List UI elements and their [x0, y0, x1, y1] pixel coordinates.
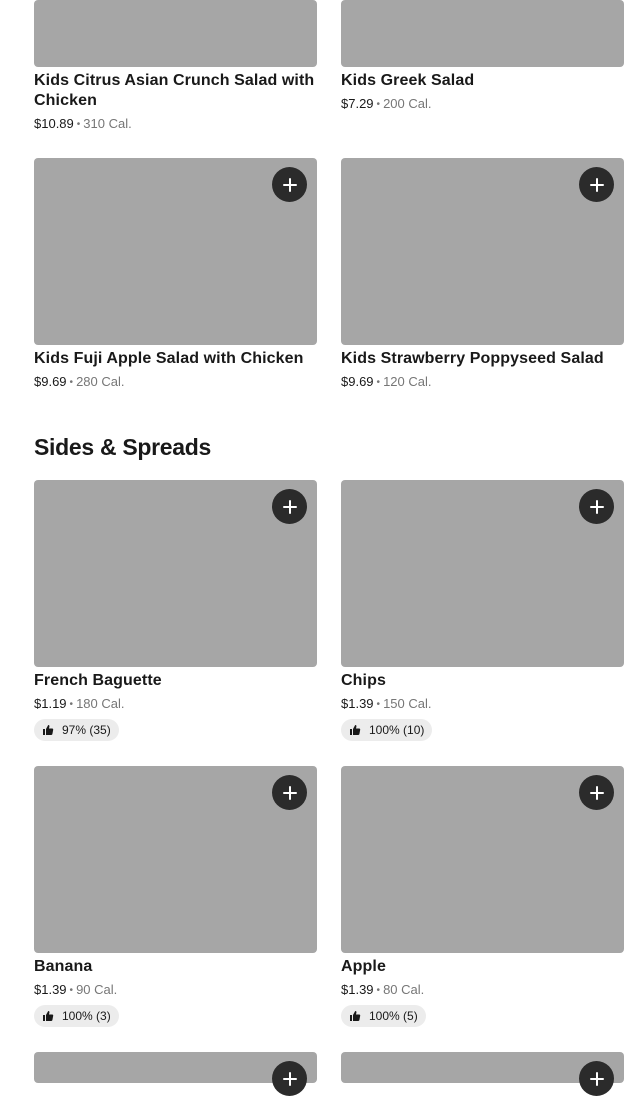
item-meta: $1.39 • 80 Cal.: [341, 982, 424, 1000]
plus-icon: [589, 177, 604, 192]
item-meta: $9.69 • 120 Cal.: [341, 374, 431, 392]
separator-dot: •: [376, 699, 381, 710]
item-name: French Baguette: [34, 672, 162, 689]
item-meta: $7.29 • 200 Cal.: [341, 96, 431, 114]
item-calories: 310 Cal.: [83, 116, 132, 131]
item-name: Chips: [341, 672, 386, 689]
add-to-cart-button[interactable]: [272, 167, 307, 202]
item-price: $9.69: [341, 374, 374, 389]
thumbs-up-icon: [43, 725, 54, 735]
item-image[interactable]: [341, 0, 624, 67]
plus-icon: [282, 177, 297, 192]
item-calories: 80 Cal.: [383, 982, 425, 997]
item-calories: 150 Cal.: [383, 696, 432, 711]
rating-value: 100% (10): [369, 723, 425, 737]
item-price: $9.69: [34, 374, 67, 389]
plus-icon: [589, 499, 604, 514]
section-title: Sides & Spreads: [34, 434, 212, 460]
add-to-cart-button[interactable]: [272, 1061, 307, 1096]
item-price: $1.39: [341, 696, 374, 711]
add-to-cart-button[interactable]: [579, 167, 614, 202]
add-to-cart-button[interactable]: [579, 775, 614, 810]
rating-badge: 100% (3): [34, 1005, 119, 1027]
separator-dot: •: [69, 377, 74, 388]
separator-dot: •: [376, 377, 381, 388]
separator-dot: •: [376, 985, 381, 996]
item-calories: 180 Cal.: [76, 696, 125, 711]
add-to-cart-button[interactable]: [272, 775, 307, 810]
item-meta: $1.39 • 150 Cal.: [341, 696, 431, 714]
item-price: $10.89: [34, 116, 74, 131]
separator-dot: •: [376, 99, 381, 110]
item-meta: $1.19 • 180 Cal.: [34, 696, 124, 714]
rating-value: 97% (35): [62, 723, 111, 737]
item-name: Kids Strawberry Poppyseed Salad: [341, 350, 604, 367]
item-calories: 120 Cal.: [383, 374, 432, 389]
item-name: Kids Fuji Apple Salad with Chicken: [34, 350, 304, 367]
add-to-cart-button[interactable]: [272, 489, 307, 524]
item-name: Kids Greek Salad: [341, 72, 475, 89]
item-price: $1.39: [341, 982, 374, 997]
plus-icon: [282, 499, 297, 514]
thumbs-up-icon: [350, 725, 361, 735]
plus-icon: [589, 1071, 604, 1086]
item-calories: 280 Cal.: [76, 374, 125, 389]
item-image[interactable]: [34, 0, 317, 67]
item-price: $1.19: [34, 696, 67, 711]
separator-dot: •: [69, 985, 74, 996]
item-name: Apple: [341, 958, 386, 975]
plus-icon: [282, 1071, 297, 1086]
rating-value: 100% (5): [369, 1009, 418, 1023]
item-calories: 90 Cal.: [76, 982, 118, 997]
item-meta: $1.39 • 90 Cal.: [34, 982, 117, 1000]
item-price: $1.39: [34, 982, 67, 997]
separator-dot: •: [76, 119, 81, 130]
thumbs-up-icon: [43, 1011, 54, 1021]
item-name: Kids Citrus Asian Crunch Salad with Chic…: [34, 72, 315, 109]
rating-badge: 97% (35): [34, 719, 119, 741]
rating-badge: 100% (5): [341, 1005, 426, 1027]
item-meta: $9.69 • 280 Cal.: [34, 374, 124, 392]
rating-value: 100% (3): [62, 1009, 111, 1023]
rating-badge: 100% (10): [341, 719, 433, 741]
add-to-cart-button[interactable]: [579, 1061, 614, 1096]
plus-icon: [282, 785, 297, 800]
separator-dot: •: [69, 699, 74, 710]
item-price: $7.29: [341, 96, 374, 111]
item-name: Banana: [34, 958, 93, 975]
item-meta: $10.89 • 310 Cal.: [34, 116, 132, 134]
plus-icon: [589, 785, 604, 800]
thumbs-up-icon: [350, 1011, 361, 1021]
item-calories: 200 Cal.: [383, 96, 432, 111]
add-to-cart-button[interactable]: [579, 489, 614, 524]
